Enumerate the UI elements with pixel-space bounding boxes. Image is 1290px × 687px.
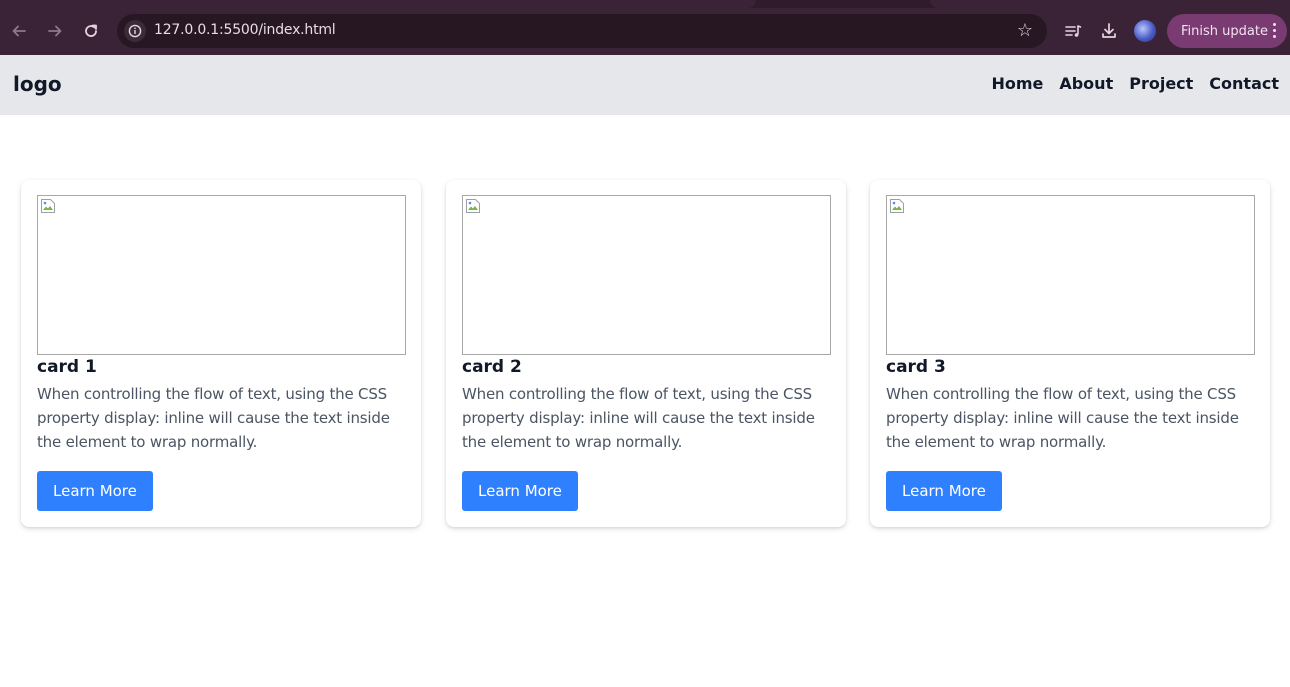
card: card 1 When controlling the flow of text… <box>21 180 421 527</box>
url-text[interactable]: 127.0.0.1:5500/index.html <box>154 22 336 38</box>
card-title: card 3 <box>886 357 946 377</box>
learn-more-button[interactable]: Learn More <box>886 471 1002 511</box>
broken-image-icon <box>466 199 480 213</box>
download-icon[interactable] <box>1098 20 1120 42</box>
nav-link-home[interactable]: Home <box>991 74 1043 93</box>
browser-tab[interactable] <box>930 0 1290 8</box>
site-navbar: logo Home About Project Contact <box>0 55 1290 115</box>
forward-arrow-icon[interactable] <box>43 19 67 43</box>
learn-more-button[interactable]: Learn More <box>462 471 578 511</box>
profile-avatar[interactable] <box>1134 20 1156 42</box>
card: card 2 When controlling the flow of text… <box>446 180 846 527</box>
card-description: When controlling the flow of text, using… <box>462 385 815 451</box>
card-image <box>886 195 1255 355</box>
nav-link-contact[interactable]: Contact <box>1209 74 1279 93</box>
nav-links: Home About Project Contact <box>991 74 1279 93</box>
card-title: card 2 <box>462 357 522 377</box>
media-control-icon[interactable] <box>1062 20 1084 42</box>
broken-image-icon <box>41 199 55 213</box>
kebab-menu-icon[interactable] <box>1273 23 1277 39</box>
site-logo[interactable]: logo <box>13 72 62 96</box>
browser-toolbar: 127.0.0.1:5500/index.html ☆ Finish updat… <box>0 0 1290 55</box>
broken-image-icon <box>890 199 904 213</box>
finish-update-button[interactable]: Finish update <box>1167 14 1287 48</box>
card: card 3 When controlling the flow of text… <box>870 180 1270 527</box>
back-arrow-icon[interactable] <box>7 19 31 43</box>
address-bar[interactable]: 127.0.0.1:5500/index.html ☆ <box>117 14 1047 48</box>
card-image <box>462 195 831 355</box>
reload-icon[interactable] <box>79 19 103 43</box>
card-description: When controlling the flow of text, using… <box>37 385 390 451</box>
card-image <box>37 195 406 355</box>
finish-update-label: Finish update <box>1181 23 1268 39</box>
site-info-icon[interactable] <box>124 20 146 42</box>
tab-strip <box>0 0 1290 8</box>
nav-link-about[interactable]: About <box>1059 74 1113 93</box>
card-title: card 1 <box>37 357 97 377</box>
star-icon[interactable]: ☆ <box>1017 20 1033 42</box>
browser-tab[interactable] <box>0 0 756 8</box>
learn-more-button[interactable]: Learn More <box>37 471 153 511</box>
card-description: When controlling the flow of text, using… <box>886 385 1239 451</box>
nav-link-project[interactable]: Project <box>1129 74 1193 93</box>
